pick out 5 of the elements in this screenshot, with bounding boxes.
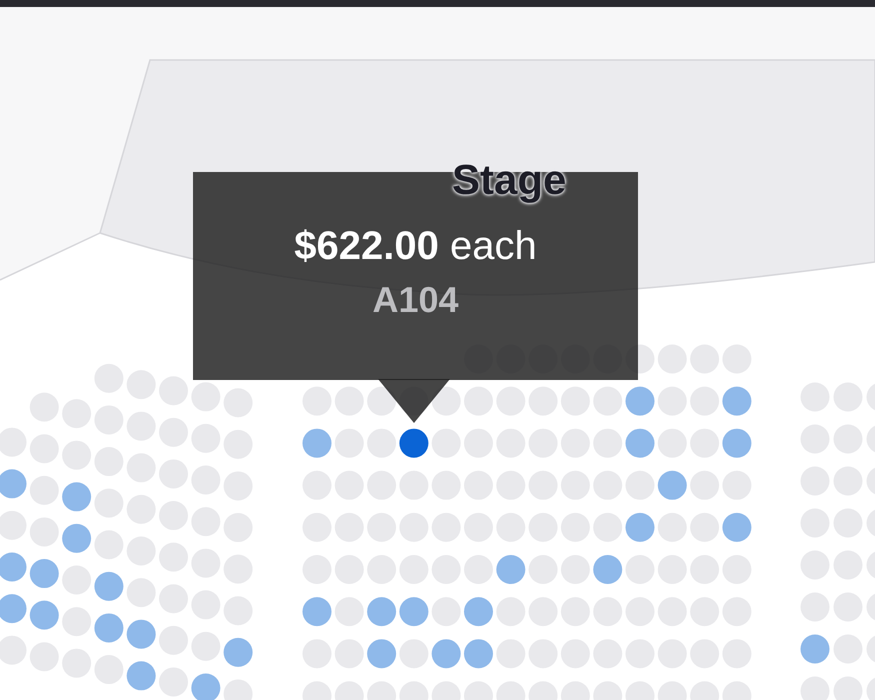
seat-code: A104 — [372, 279, 459, 321]
seat-price: $622.00 each — [294, 223, 537, 270]
seat[interactable] — [367, 386, 396, 416]
seat[interactable] — [432, 386, 461, 416]
seat[interactable] — [399, 428, 428, 458]
